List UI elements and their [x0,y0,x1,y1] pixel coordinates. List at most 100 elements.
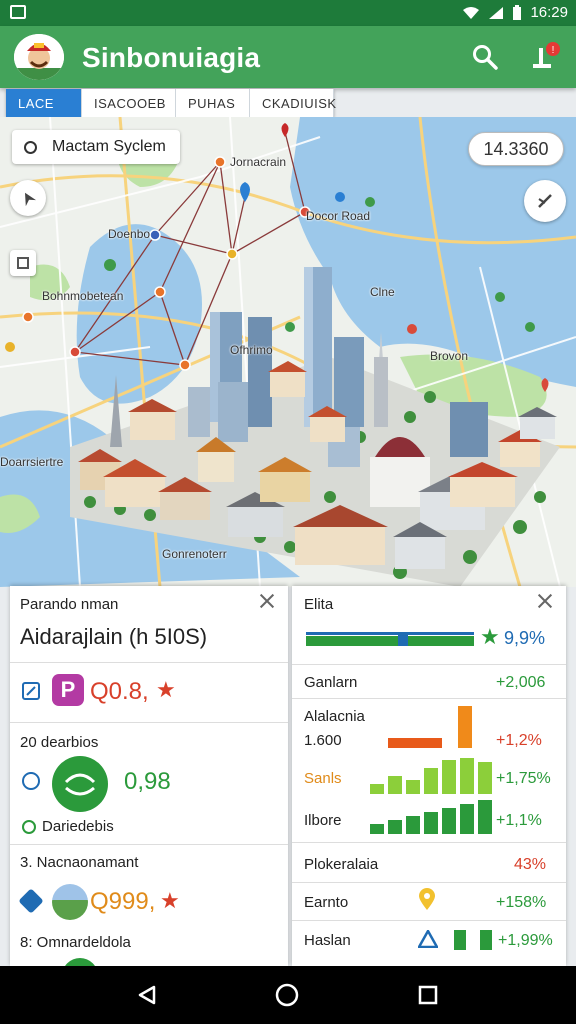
system-nav-bar [0,966,576,1024]
status-bar: 16:29 [0,0,576,26]
back-icon[interactable] [136,984,158,1006]
score-value: Q999, [90,888,156,915]
coordinates-pill[interactable]: 14.3360 [468,132,564,166]
screenshot-icon [10,5,26,19]
stat-bar [388,738,442,748]
stat-bar [458,706,472,748]
compass-icon [538,194,552,208]
map-label: Bohnmobetean [42,289,124,303]
alert-icon: ! [533,42,560,68]
check-icon [22,820,36,834]
edit-icon[interactable] [22,682,40,700]
filter-bar: LACE ISACOOEB PUHAS CKADIUISK [6,89,336,117]
map-label: Brovon [430,349,469,363]
transit-icon [52,756,108,812]
divider [10,662,288,663]
stat-bar [454,930,466,950]
progress-bar [306,632,474,646]
panel-title: Elita [304,596,334,613]
stat-bar [480,930,492,950]
filter-chip-4[interactable]: CKADIUISK [250,89,336,117]
divider [292,664,566,665]
home-icon[interactable] [275,983,299,1007]
status-time: 16:29 [530,4,568,21]
star-icon: ★ [480,624,500,649]
bar-value: 9,9% [504,628,546,648]
locate-button[interactable] [10,180,46,216]
app-bar: Sinbonuiagia ! [0,26,576,88]
place-details-panel: Parando nman Aidarajlain (h 5I0S) P Q0.8… [10,586,288,966]
stat-label: Haslan [304,932,351,949]
stat-value: +1,99% [498,932,553,949]
search-icon [473,45,498,70]
map-label: Gonrenoterr [162,547,227,561]
recents-icon[interactable] [418,985,438,1005]
map-label: Docor Road [306,209,371,223]
stat-label: Sanls [304,770,342,787]
bar-sparkline [370,800,492,834]
layers-button[interactable] [10,250,36,276]
close-icon[interactable] [258,592,276,610]
bar-sparkline [370,758,492,794]
stat-value: +1,1% [496,812,542,829]
app-logo [14,34,64,80]
alert-button[interactable]: ! [528,40,562,74]
compass-button[interactable] [524,180,566,222]
section-caption: Dariedebis [42,818,114,835]
parking-badge: P [52,674,84,706]
map-label: Doarrsiertre [0,455,64,469]
signal-icon [489,6,504,19]
divider [292,882,566,883]
pin-icon [419,888,435,910]
stat-value: +158% [496,894,547,911]
section-label: 3. Nacnaonamant [20,854,139,871]
divider [10,844,288,845]
map-label: Ofhrimo [230,343,273,357]
stat-value: +1,75% [496,770,551,787]
stat-sublabel: 1.600 [304,732,342,749]
map-label: Doenbo [108,227,151,241]
filter-chip-1[interactable]: LACE [6,89,82,117]
stat-label: Earnto [304,894,349,911]
transit-value: 0,98 [124,768,171,795]
layers-icon [17,257,29,269]
target-icon [22,772,40,790]
panel-subtitle: Parando nman [20,596,119,613]
location-dot-icon [24,141,37,154]
stat-label: Alalacnia [304,708,365,725]
stat-label: Ganlarn [304,674,358,691]
rating-value: Q0.8, [90,678,149,705]
stat-value: +1,2% [496,732,542,749]
location-search-chip[interactable]: Mactam Syclem [12,130,180,164]
location-search-label: Mactam Syclem [52,138,166,155]
app-title: Sinbonuiagia [82,42,261,73]
divider [292,920,566,921]
search-button[interactable] [468,40,502,74]
svg-text:!: ! [552,45,555,56]
stat-label: Ilbore [304,812,342,829]
map-label: Jornacrain [230,155,287,169]
star-icon: ★ [156,677,176,702]
filter-chip-3[interactable]: PUHAS [176,89,250,117]
close-icon[interactable] [536,592,554,610]
section-label: 20 dearbios [20,734,99,751]
wifi-icon [463,6,480,19]
filter-chip-2[interactable]: ISACOOEB [82,89,176,117]
divider [292,842,566,843]
stat-label: Plokeralaia [304,856,379,873]
transit-icon [62,958,98,966]
warning-icon [418,930,438,948]
directions-icon[interactable] [18,888,44,914]
landscape-thumbnail [52,884,88,920]
section-caption: 8: Omnardeldola [20,934,131,951]
stat-value: +2,006 [496,674,546,691]
stat-value: 43% [514,856,547,873]
divider [292,698,566,699]
map-canvas [0,117,576,587]
divider [10,722,288,723]
star-icon: ★ [160,888,180,913]
map-view[interactable]: Jornacrain Doenbo Docor Road Bohnmobetea… [0,117,576,587]
place-title: Aidarajlain (h 5I0S) [20,624,208,649]
map-label: Clne [370,285,395,299]
stats-panel: Elita ★ 9,9% Ganlarn +2,006 Alalacnia 1.… [292,586,566,966]
